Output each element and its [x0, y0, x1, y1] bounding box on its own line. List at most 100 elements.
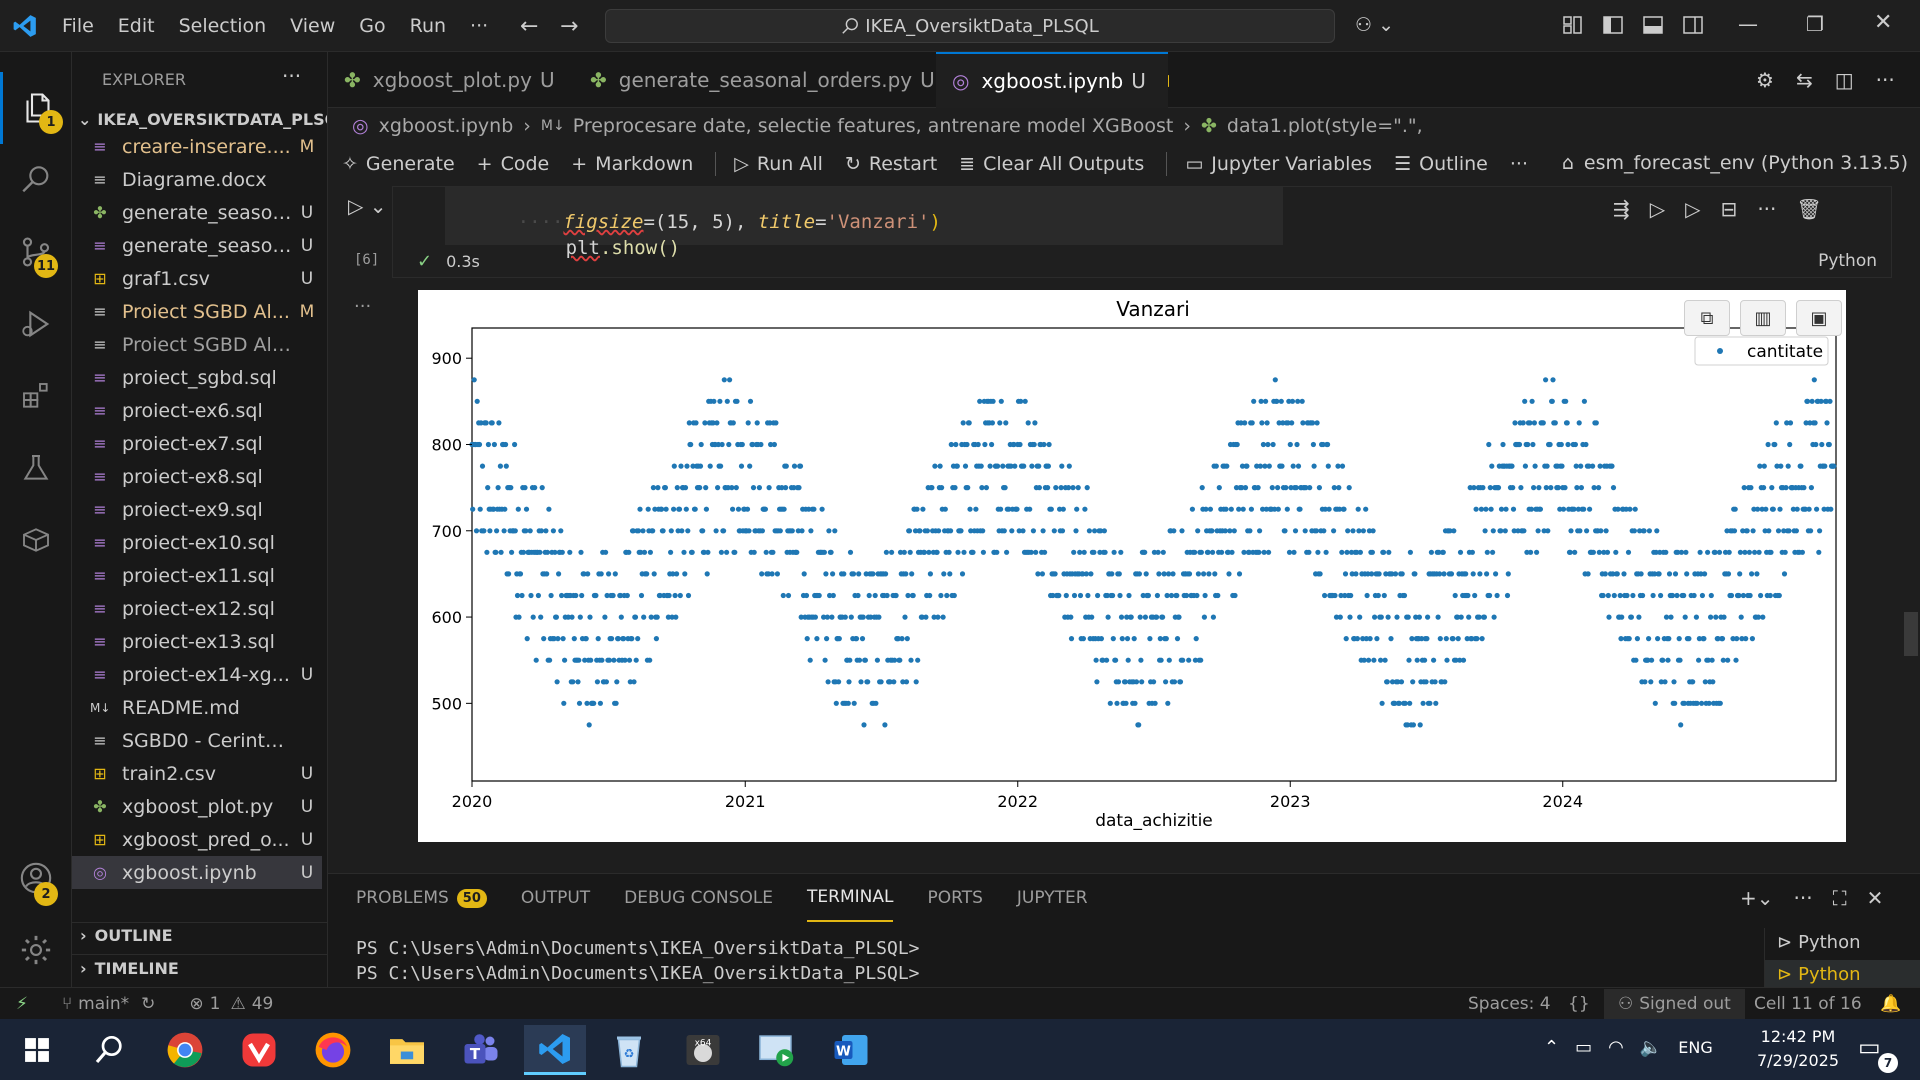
language-indicator[interactable]: ENG [1678, 1038, 1712, 1057]
tab-xgboost-plot[interactable]: ✤ xgboost_plot.py U [328, 52, 568, 108]
terminal-item-active[interactable]: ⊳ Python [1765, 960, 1920, 988]
generate-button[interactable]: ✧ Generate [342, 153, 455, 175]
file-item[interactable]: ≡ proiect_sgbd.sql [72, 361, 322, 394]
toolbar-more-icon[interactable]: ··· [1510, 153, 1528, 175]
toggle-panel-icon[interactable] [1642, 14, 1664, 36]
run-cell-icon[interactable]: ▷ ⌄ [348, 194, 387, 218]
file-item[interactable]: ⊞ graf1.csv U [72, 262, 322, 295]
file-item[interactable]: M↓ README.md [72, 691, 322, 724]
file-item[interactable]: ≡ generate_season... U [72, 229, 322, 262]
file-item[interactable]: ≡ proiect-ex12.sql [72, 592, 322, 625]
battery-icon[interactable]: ▭ [1575, 1037, 1592, 1058]
search-view-icon[interactable] [0, 144, 72, 216]
file-item[interactable]: ⊞ xgboost_pred_o... U [72, 823, 322, 856]
cell-more-icon[interactable]: ··· [1757, 197, 1776, 221]
recycle-bin-icon[interactable]: ♻ [598, 1025, 660, 1075]
file-item[interactable]: ≡ proiect-ex10.sql [72, 526, 322, 559]
forward-arrow-icon[interactable]: → [560, 14, 578, 39]
panel-more-icon[interactable]: ··· [1794, 886, 1813, 910]
customize-layout-icon[interactable] [1562, 14, 1584, 36]
word-icon[interactable]: W [820, 1025, 882, 1075]
breadcrumb-file[interactable]: xgboost.ipynb [379, 115, 514, 137]
braces-icon[interactable]: {} [1568, 994, 1590, 1014]
split-editor-icon[interactable]: ◫ [1835, 68, 1854, 92]
menu-file[interactable]: File [50, 0, 106, 52]
editor-scrollbar[interactable] [1904, 612, 1918, 656]
tab-ports[interactable]: PORTS [927, 874, 982, 922]
toggle-secondary-sidebar-icon[interactable] [1682, 14, 1704, 36]
add-code-button[interactable]: + Code [477, 153, 550, 175]
restart-button[interactable]: ↻ Restart [845, 153, 937, 175]
outline-section[interactable]: › OUTLINE [80, 926, 173, 945]
git-branch[interactable]: main* [78, 994, 129, 1014]
terminal-line[interactable]: PS C:\Users\Admin\Documents\IKEA_Oversik… [356, 963, 920, 984]
indentation[interactable]: Spaces: 4 [1468, 994, 1551, 1014]
breadcrumb-cell[interactable]: data1.plot(style=".", [1227, 115, 1423, 137]
cell-language[interactable]: Python [1818, 251, 1877, 271]
menu-edit[interactable]: Edit [106, 0, 167, 52]
code-editor[interactable]: ····figsize=(15, 5), title='Vanzari') pl… [445, 187, 1283, 259]
save-output-icon[interactable]: ▣ [1796, 300, 1842, 336]
extensions-icon[interactable] [0, 360, 72, 432]
file-item[interactable]: ≡ Diagrame.docx [72, 163, 322, 196]
file-item[interactable]: ◎ xgboost.ipynb U [72, 856, 322, 889]
vscode-taskbar-icon[interactable] [524, 1025, 586, 1075]
remote-explorer-icon[interactable] [0, 504, 72, 576]
file-item[interactable]: ≡ SGBD0 - Cerinte Proi... [72, 724, 322, 757]
split-cell-icon[interactable]: ⊟ [1721, 197, 1738, 221]
output-more-icon[interactable]: ··· [354, 296, 371, 317]
outline-button[interactable]: ☰ Outline [1394, 153, 1488, 175]
testing-flask-icon[interactable] [0, 432, 72, 504]
back-arrow-icon[interactable]: ← [520, 14, 538, 39]
error-count[interactable]: 1 [210, 994, 221, 1014]
run-by-line-icon[interactable]: ⇶ [1613, 197, 1630, 221]
menu-go[interactable]: Go [347, 0, 397, 52]
explorer-more-icon[interactable]: ··· [282, 64, 301, 88]
bell-icon[interactable]: 🔔 [1880, 994, 1901, 1014]
more-actions-icon[interactable]: ··· [1876, 68, 1895, 92]
plot-viewer-icon[interactable]: ▥ [1740, 300, 1786, 336]
tab-output[interactable]: OUTPUT [521, 874, 590, 922]
workspace-root[interactable]: ⌄ IKEA_OVERSIKTDATA_PLSQL [78, 110, 327, 129]
file-item[interactable]: ≡ proiect-ex14-xg... U [72, 658, 322, 691]
settings-gear-icon[interactable]: ⚙ [1756, 68, 1774, 92]
command-center-search[interactable]: IKEA_OversiktData_PLSQL [605, 9, 1335, 43]
teams-icon[interactable]: T [450, 1025, 512, 1075]
kernel-picker[interactable]: ⌂ esm_forecast_env (Python 3.13.5) [1562, 152, 1908, 174]
clock[interactable]: 12:42 PM 7/29/2025 [1750, 1025, 1846, 1073]
clear-outputs-button[interactable]: ≣ Clear All Outputs [959, 153, 1144, 175]
run-all-button[interactable]: ▷ Run All [734, 153, 823, 175]
manage-gear-icon[interactable] [0, 914, 72, 986]
copy-output-icon[interactable]: ⧉ [1684, 300, 1730, 336]
tab-problems[interactable]: PROBLEMS 50 [356, 874, 487, 922]
vivaldi-icon[interactable] [228, 1025, 290, 1075]
terminal-line[interactable]: PS C:\Users\Admin\Documents\IKEA_Oversik… [356, 938, 920, 959]
media-player-icon[interactable] [746, 1025, 808, 1075]
execute-above-icon[interactable]: ▷ [1650, 197, 1665, 221]
file-item[interactable]: ≡ proiect-ex13.sql [72, 625, 322, 658]
close-panel-icon[interactable]: ✕ [1867, 886, 1884, 910]
menu-selection[interactable]: Selection [167, 0, 279, 52]
menu-view[interactable]: View [278, 0, 347, 52]
search-icon[interactable] [78, 1025, 140, 1075]
file-item[interactable]: ✤ xgboost_plot.py U [72, 790, 322, 823]
windows-start-icon[interactable] [6, 1025, 68, 1075]
close-icon[interactable]: ✕ [1874, 10, 1892, 35]
x64-app-icon[interactable]: x64 [672, 1025, 734, 1075]
timeline-section[interactable]: › TIMELINE [80, 959, 179, 978]
sync-icon[interactable]: ↻ [141, 994, 155, 1014]
terminal-item[interactable]: ⊳ Python [1777, 932, 1861, 953]
chrome-icon[interactable] [154, 1025, 216, 1075]
file-item[interactable]: ⊞ train2.csv U [72, 757, 322, 790]
warning-count[interactable]: 49 [252, 994, 274, 1014]
file-item[interactable]: ≡ proiect-ex8.sql [72, 460, 322, 493]
file-item[interactable]: ≡ proiect-ex7.sql [72, 427, 322, 460]
maximize-panel-icon[interactable]: ⛶ [1833, 886, 1847, 910]
accounts-icon[interactable]: 2 [0, 842, 72, 914]
copilot-icon[interactable]: ⚇ ⌄ [1355, 14, 1394, 36]
tab-terminal[interactable]: TERMINAL [807, 874, 894, 922]
minimize-icon[interactable]: — [1738, 12, 1758, 36]
tab-generate-seasonal-orders[interactable]: ✤ generate_seasonal_orders.py U [574, 52, 935, 108]
tab-xgboost-notebook[interactable]: ◎ xgboost.ipynb U [936, 52, 1168, 108]
file-item[interactable]: ≡ proiect-ex6.sql [72, 394, 322, 427]
